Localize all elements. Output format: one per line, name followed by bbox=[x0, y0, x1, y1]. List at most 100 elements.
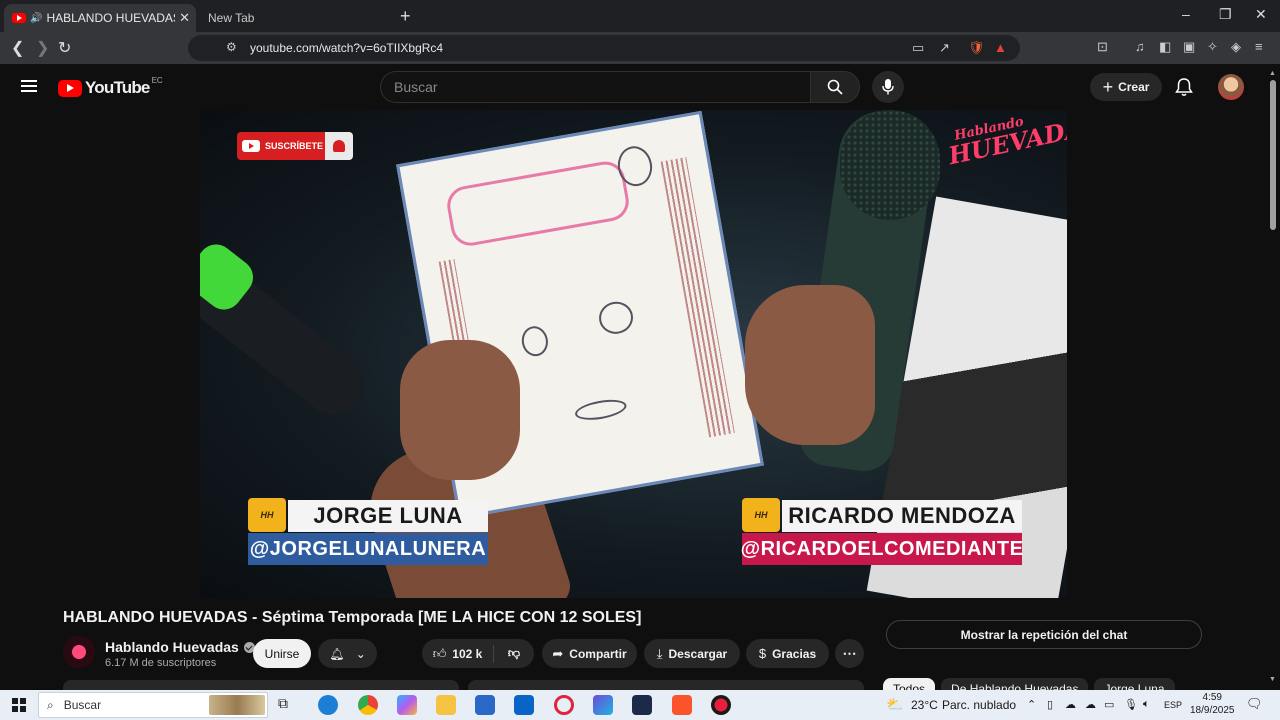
youtube-favicon-icon bbox=[12, 13, 26, 23]
show-hidden-icons-icon[interactable]: ⌃ bbox=[1027, 698, 1036, 711]
reader-mode-icon[interactable]: ⊡ bbox=[1097, 39, 1108, 55]
taskbar-search[interactable]: ⌕ Buscar bbox=[38, 692, 268, 718]
clock-date: 18/9/2025 bbox=[1190, 705, 1235, 716]
hamburger-menu-icon[interactable] bbox=[21, 80, 37, 92]
notifications-bell-icon[interactable] bbox=[1175, 77, 1193, 97]
download-button[interactable]: ⤓ Descargar bbox=[644, 639, 740, 668]
scrollbar-thumb[interactable] bbox=[1270, 80, 1276, 230]
chip-channel[interactable]: De Hablando Huevadas bbox=[941, 678, 1089, 690]
thumbs-up-icon: 👍︎ bbox=[432, 645, 447, 661]
right-microphone-grill bbox=[840, 110, 940, 220]
notification-settings-button[interactable]: 🔔︎ ⌄ bbox=[318, 639, 377, 668]
chrome-icon[interactable] bbox=[358, 695, 378, 715]
weather-temp[interactable]: 23°C bbox=[911, 698, 938, 712]
like-dislike-group: 👍︎ 102 k 👎︎ bbox=[422, 639, 534, 668]
network-icon[interactable]: ▭ bbox=[1104, 698, 1114, 711]
search-button[interactable] bbox=[810, 71, 860, 103]
comment-box[interactable] bbox=[468, 680, 864, 690]
chip-jorge-luna[interactable]: Jorge Luna bbox=[1094, 678, 1175, 690]
brave-rewards-icon[interactable]: ▲ bbox=[994, 40, 1007, 55]
outlook-icon[interactable] bbox=[514, 695, 534, 715]
bell-outline-icon: 🔔︎ bbox=[329, 646, 345, 661]
video-player[interactable]: SUSCRÍBETE Hablando HUEVADAS HH JORGE LU… bbox=[200, 110, 1067, 598]
media-icon[interactable]: ♫ bbox=[1135, 39, 1145, 54]
share-page-icon[interactable]: ↗ bbox=[939, 40, 950, 56]
thanks-label: Gracias bbox=[772, 646, 817, 661]
close-tab-icon[interactable]: ✕ bbox=[179, 10, 190, 26]
create-label: Crear bbox=[1118, 80, 1150, 94]
related-filter-chips: Todos De Hablando Huevadas Jorge Luna bbox=[883, 678, 1175, 690]
wallet-icon[interactable]: ▣ bbox=[1183, 39, 1195, 55]
weather-icon[interactable]: ⛅ bbox=[886, 696, 903, 713]
show-chat-replay-button[interactable]: Mostrar la repetición del chat bbox=[886, 620, 1202, 649]
site-settings-icon[interactable]: ⚙ bbox=[226, 40, 237, 54]
channel-avatar[interactable] bbox=[63, 636, 95, 668]
app-icon[interactable] bbox=[711, 695, 731, 715]
weather-desc[interactable]: Parc. nublado bbox=[942, 698, 1016, 712]
thanks-button[interactable]: $ Gracias bbox=[746, 639, 829, 668]
app-icon[interactable] bbox=[593, 695, 613, 715]
more-icon: ⋯ bbox=[842, 645, 857, 661]
onedrive-icon[interactable]: ☁ bbox=[1065, 698, 1076, 711]
language-indicator[interactable]: ESP bbox=[1164, 700, 1182, 710]
account-avatar[interactable] bbox=[1218, 74, 1244, 100]
sidebar-icon[interactable]: ◧ bbox=[1159, 39, 1171, 55]
dislike-button[interactable]: 👎︎ bbox=[494, 646, 534, 661]
cast-icon[interactable]: ▭ bbox=[912, 40, 924, 56]
copilot-icon[interactable] bbox=[397, 695, 417, 715]
like-count: 102 k bbox=[452, 646, 483, 661]
channel-name[interactable]: Hablando Huevadas bbox=[105, 639, 255, 655]
tab-new-tab[interactable]: New Tab bbox=[200, 4, 390, 32]
search-input[interactable] bbox=[381, 72, 810, 102]
microsoft-store-icon[interactable] bbox=[475, 695, 495, 715]
windows-start-icon[interactable] bbox=[12, 698, 26, 712]
more-actions-button[interactable]: ⋯ bbox=[835, 639, 864, 668]
share-label: Compartir bbox=[569, 646, 627, 661]
search-icon bbox=[827, 79, 843, 95]
new-tab-button[interactable]: + bbox=[400, 6, 411, 27]
file-explorer-icon[interactable] bbox=[436, 695, 456, 715]
vpn-icon[interactable]: ◈ bbox=[1231, 39, 1241, 55]
microphone-tray-icon[interactable]: 🎙︎ bbox=[1124, 698, 1138, 711]
edge-icon[interactable] bbox=[318, 695, 338, 715]
hh-badge: HH bbox=[248, 498, 286, 532]
minimize-icon[interactable]: – bbox=[1182, 6, 1190, 22]
tray-app-icon[interactable]: ▯ bbox=[1047, 698, 1053, 711]
brave-icon[interactable] bbox=[672, 695, 692, 715]
share-button[interactable]: ➦ Compartir bbox=[542, 639, 637, 668]
reload-icon[interactable]: ↻ bbox=[58, 38, 71, 58]
tray-app-icon[interactable]: ☁ bbox=[1085, 698, 1096, 711]
opera-icon[interactable] bbox=[554, 695, 574, 715]
hh-badge: HH bbox=[742, 498, 780, 532]
youtube-logo[interactable]: YouTube EC bbox=[58, 76, 163, 98]
back-icon[interactable]: ❮ bbox=[11, 38, 24, 58]
task-view-icon[interactable]: ⧉ bbox=[278, 695, 298, 715]
brave-shields-icon[interactable]: 🛡 bbox=[968, 40, 985, 56]
notification-center-icon[interactable]: 🗨︎ bbox=[1246, 696, 1263, 712]
scroll-up-icon[interactable]: ▲ bbox=[1269, 70, 1276, 77]
address-bar[interactable]: ⚙ youtube.com/watch?v=6oTIIXbgRc4 ▭ ↗ 🛡 … bbox=[188, 35, 1020, 61]
description-box[interactable] bbox=[63, 680, 459, 690]
browser-tab-strip: 🔊 HABLANDO HUEVADAS - Sép ✕ New Tab + – … bbox=[0, 0, 1280, 32]
join-button[interactable]: Unirse bbox=[253, 639, 311, 668]
create-button[interactable]: + Crear bbox=[1090, 73, 1162, 101]
chip-all[interactable]: Todos bbox=[883, 678, 936, 690]
lower-third-ricardo: HH RICARDO MENDOZA @RICARDOELCOMEDIANTE bbox=[741, 498, 1024, 568]
tab-youtube[interactable]: 🔊 HABLANDO HUEVADAS - Sép ✕ bbox=[4, 4, 196, 32]
drawn-figure bbox=[519, 324, 551, 359]
voice-search-button[interactable] bbox=[872, 71, 904, 103]
speaker-icon[interactable]: 🔊 bbox=[30, 13, 42, 24]
like-button[interactable]: 👍︎ 102 k bbox=[422, 644, 494, 663]
page-scrollbar[interactable]: ▲ ▼ bbox=[1268, 70, 1278, 690]
lower-third-jorge: HH JORGE LUNA @JORGELUNALUNERA bbox=[248, 498, 490, 568]
scroll-down-icon[interactable]: ▼ bbox=[1269, 676, 1276, 683]
app-icon[interactable] bbox=[632, 695, 652, 715]
forward-icon[interactable]: ❯ bbox=[36, 38, 49, 58]
system-clock[interactable]: 4:59 18/9/2025 bbox=[1190, 691, 1235, 717]
restore-icon[interactable]: ❐ bbox=[1219, 6, 1232, 23]
volume-icon[interactable]: 🔈︎ bbox=[1143, 698, 1150, 711]
close-window-icon[interactable]: ✕ bbox=[1255, 6, 1267, 23]
leo-ai-icon[interactable]: ✧ bbox=[1207, 39, 1218, 55]
menu-icon[interactable]: ≡ bbox=[1255, 39, 1263, 54]
search-box bbox=[380, 71, 810, 103]
